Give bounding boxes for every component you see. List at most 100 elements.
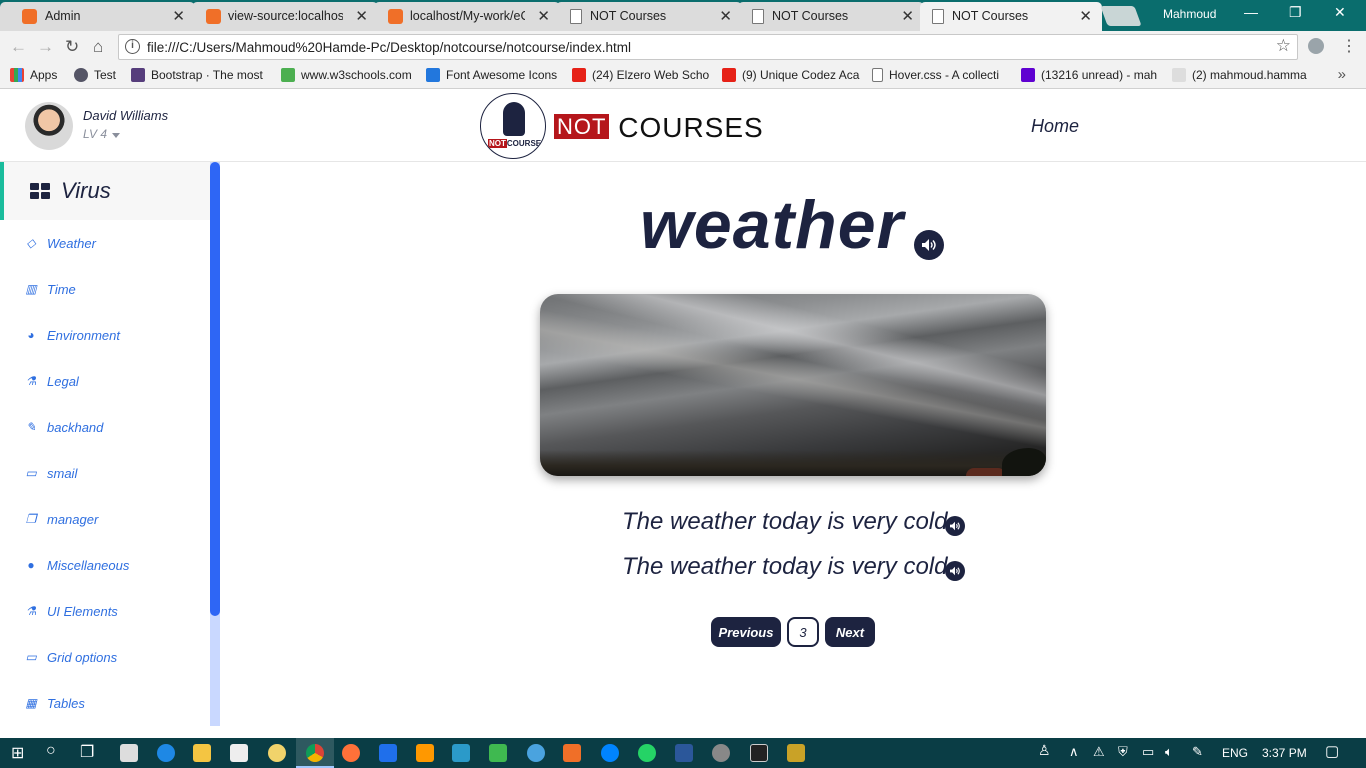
minimize-icon[interactable]: — <box>1244 4 1258 20</box>
current-page-indicator[interactable]: 3 <box>787 617 819 647</box>
shield-icon[interactable]: ⛨ <box>1118 744 1128 760</box>
caret-down-icon[interactable] <box>112 133 120 138</box>
app-icon[interactable] <box>787 744 805 762</box>
restore-icon[interactable]: ❐ <box>1289 4 1302 21</box>
bookmark[interactable]: Font Awesome Icons <box>426 68 557 82</box>
user-level[interactable]: LV 4 <box>83 127 107 141</box>
notification-icon[interactable]: ▢ <box>1325 742 1339 760</box>
browser-tab[interactable]: localhost/My-work/eC ✕ <box>374 2 560 31</box>
close-icon[interactable]: ✕ <box>537 7 550 25</box>
bookmark[interactable]: Bootstrap · The most <box>131 68 263 82</box>
bookmark[interactable]: Hover.css - A collecti <box>872 68 999 82</box>
sidebar-item-smail[interactable]: ▭ smail <box>24 463 77 483</box>
browser-menu-icon[interactable]: ⋮ <box>1341 36 1357 56</box>
sidebar-item-manager[interactable]: ❐ manager <box>24 509 99 529</box>
forward-icon[interactable]: → <box>37 37 54 57</box>
folder-icon[interactable] <box>193 744 211 762</box>
home-icon[interactable]: ⌂ <box>93 37 103 57</box>
pen-icon[interactable]: ✎ <box>1192 744 1203 760</box>
language-indicator[interactable]: ENG <box>1222 746 1248 760</box>
app-icon[interactable] <box>489 744 507 762</box>
sidebar-item-ui-elements[interactable]: ⚗ UI Elements <box>24 601 118 621</box>
window-close-icon[interactable]: ✕ <box>1334 4 1346 21</box>
edge-icon[interactable] <box>157 744 175 762</box>
bookmark[interactable]: (2) mahmoud.hamma <box>1172 68 1307 82</box>
avatar[interactable] <box>25 102 73 150</box>
chrome-icon[interactable] <box>306 744 324 762</box>
sidebar-item-backhand[interactable]: ✎ backhand <box>24 417 103 437</box>
firefox-icon[interactable] <box>342 744 360 762</box>
bookmark[interactable]: (24) Elzero Web Scho <box>572 68 709 82</box>
previous-button[interactable]: Previous <box>711 617 781 647</box>
search-circle-icon[interactable]: ○ <box>46 742 56 760</box>
sidebar-item-tables[interactable]: ▦ Tables <box>24 693 85 713</box>
word-audio-button[interactable] <box>914 230 944 260</box>
reload-icon[interactable]: ↻ <box>65 37 79 57</box>
network-icon[interactable]: ⚠ <box>1093 744 1105 760</box>
nav-home-link[interactable]: Home <box>1031 116 1079 137</box>
address-bar[interactable]: i file:///C:/Users/Mahmoud%20Hamde-Pc/De… <box>118 34 1298 60</box>
close-icon[interactable]: ✕ <box>172 7 185 25</box>
w3schools-icon <box>281 68 295 82</box>
bookmark[interactable]: (13216 unread) - mah <box>1021 68 1157 82</box>
battery-icon[interactable]: ▭ <box>1142 744 1154 760</box>
media-icon[interactable] <box>268 744 286 762</box>
sidebar-item-environment[interactable]: ◕ Environment <box>24 325 120 345</box>
logo-figure-icon <box>503 102 525 136</box>
windows-start-icon[interactable]: ⊞ <box>11 743 24 763</box>
sidebar-item-legal[interactable]: ⚗ Legal <box>24 371 79 391</box>
mail-icon[interactable] <box>120 744 138 762</box>
app-icon[interactable] <box>712 744 730 762</box>
close-icon[interactable]: ✕ <box>355 7 368 25</box>
browser-tab[interactable]: NOT Courses ✕ <box>738 2 924 31</box>
whatsapp-icon[interactable] <box>638 744 656 762</box>
volume-icon[interactable]: 🔈︎ <box>1165 744 1173 760</box>
messenger-icon[interactable] <box>601 744 619 762</box>
close-icon[interactable]: ✕ <box>719 7 732 25</box>
back-icon[interactable]: ← <box>10 37 27 57</box>
sidebar-scrollbar-thumb[interactable] <box>210 162 220 616</box>
store-icon[interactable] <box>230 744 248 762</box>
sidebar-item-weather[interactable]: ◇ Weather <box>24 233 96 253</box>
sublime-icon[interactable] <box>416 744 434 762</box>
bookmarks-more-icon[interactable]: » <box>1338 66 1346 83</box>
bookmark[interactable]: www.w3schools.com <box>281 68 412 82</box>
bookmark[interactable]: Test <box>74 68 116 82</box>
star-icon[interactable]: ☆ <box>1276 36 1291 56</box>
brackets-icon[interactable] <box>379 744 397 762</box>
people-icon[interactable]: ♙ <box>1038 742 1051 759</box>
sentence-audio-button[interactable] <box>945 516 965 536</box>
task-view-icon[interactable]: ❐ <box>80 742 94 762</box>
extension-icon[interactable] <box>1308 38 1324 54</box>
lesson-image <box>540 294 1046 476</box>
sidebar-header[interactable]: Virus <box>0 162 210 220</box>
clock-time[interactable]: 3:37 PM <box>1262 746 1307 760</box>
browser-tab[interactable]: view-source:localhost/ ✕ <box>192 2 378 31</box>
sidebar-item-time[interactable]: ▥ Time <box>24 279 75 299</box>
logo[interactable]: NOTCOURSES <box>480 93 546 159</box>
app-icon[interactable] <box>452 744 470 762</box>
sentence-audio-button[interactable] <box>945 561 965 581</box>
browser-tab-active[interactable]: NOT Courses ✕ <box>920 2 1102 31</box>
chevron-up-icon[interactable]: ∧ <box>1069 744 1079 760</box>
bookmark[interactable]: (9) Unique Codez Aca <box>722 68 859 82</box>
close-icon[interactable]: ✕ <box>901 7 914 25</box>
sidebar-item-miscellaneous[interactable]: ● Miscellaneous <box>24 555 129 575</box>
browser-toolbar: ← → ↻ ⌂ i file:///C:/Users/Mahmoud%20Ham… <box>0 31 1366 63</box>
brand-name[interactable]: NOT COURSES <box>554 112 764 144</box>
terminal-icon[interactable] <box>750 744 768 762</box>
bookmark-apps[interactable]: Apps <box>10 68 57 82</box>
new-tab-button[interactable] <box>1100 6 1142 26</box>
close-icon[interactable]: ✕ <box>1079 7 1092 25</box>
sidebar-title: Virus <box>61 178 111 203</box>
info-icon[interactable]: i <box>125 39 140 54</box>
browser-tab[interactable]: NOT Courses ✕ <box>556 2 742 31</box>
app-icon[interactable] <box>527 744 545 762</box>
word-icon[interactable] <box>675 744 693 762</box>
profile-name[interactable]: Mahmoud <box>1163 7 1216 21</box>
xampp-icon[interactable] <box>563 744 581 762</box>
browser-tab-bar: Admin ✕ view-source:localhost/ ✕ localho… <box>0 0 1366 31</box>
next-button[interactable]: Next <box>825 617 875 647</box>
sidebar-item-grid-options[interactable]: ▭ Grid options <box>24 647 117 667</box>
browser-tab[interactable]: Admin ✕ <box>0 2 195 31</box>
